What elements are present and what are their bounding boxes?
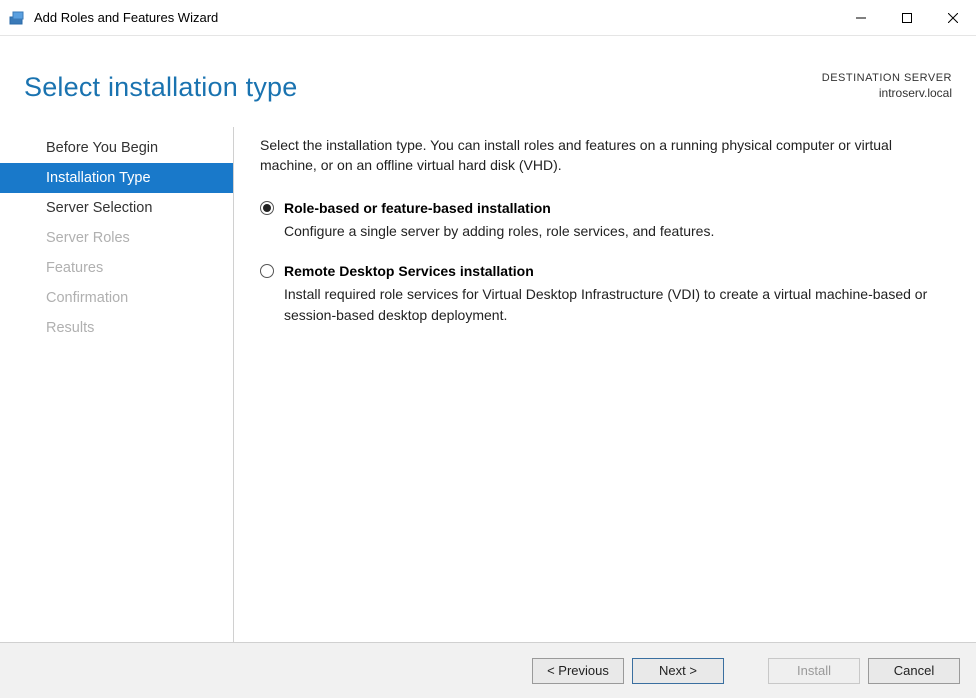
radio-button[interactable] (260, 264, 274, 278)
option-title: Role-based or feature-based installation (284, 198, 942, 218)
close-icon (948, 13, 958, 23)
minimize-button[interactable] (838, 0, 884, 35)
footer: < Previous Next > Install Cancel (0, 642, 976, 698)
close-button[interactable] (930, 0, 976, 35)
install-button: Install (768, 658, 860, 684)
wizard-step-results: Results (0, 313, 233, 343)
window-title: Add Roles and Features Wizard (34, 10, 218, 25)
install-type-option[interactable]: Remote Desktop Services installation Inst… (260, 261, 942, 325)
cancel-button[interactable]: Cancel (868, 658, 960, 684)
titlebar: Add Roles and Features Wizard (0, 0, 976, 36)
install-type-option[interactable]: Role-based or feature-based installation… (260, 198, 942, 242)
page-title: Select installation type (24, 72, 297, 103)
option-title: Remote Desktop Services installation (284, 261, 942, 281)
maximize-icon (902, 13, 912, 23)
minimize-icon (856, 13, 866, 23)
wizard-step-server-roles: Server Roles (0, 223, 233, 253)
wizard-step-installation-type[interactable]: Installation Type (0, 163, 233, 193)
maximize-button[interactable] (884, 0, 930, 35)
header: Select installation type DESTINATION SER… (0, 36, 976, 127)
wizard-step-features: Features (0, 253, 233, 283)
destination-name: introserv.local (822, 86, 952, 100)
option-description: Configure a single server by adding role… (284, 221, 942, 241)
wizard-step-before-you-begin[interactable]: Before You Begin (0, 133, 233, 163)
wizard-step-confirmation: Confirmation (0, 283, 233, 313)
next-button[interactable]: Next > (632, 658, 724, 684)
radio-button[interactable] (260, 201, 274, 215)
wizard-steps-sidebar: Before You BeginInstallation TypeServer … (0, 127, 234, 642)
wizard-step-server-selection[interactable]: Server Selection (0, 193, 233, 223)
previous-button[interactable]: < Previous (532, 658, 624, 684)
destination-server: DESTINATION SERVER introserv.local (822, 72, 952, 100)
destination-label: DESTINATION SERVER (822, 72, 952, 84)
content-pane: Select the installation type. You can in… (234, 127, 952, 642)
option-description: Install required role services for Virtu… (284, 284, 942, 325)
intro-text: Select the installation type. You can in… (260, 135, 942, 176)
server-manager-icon (8, 9, 26, 27)
